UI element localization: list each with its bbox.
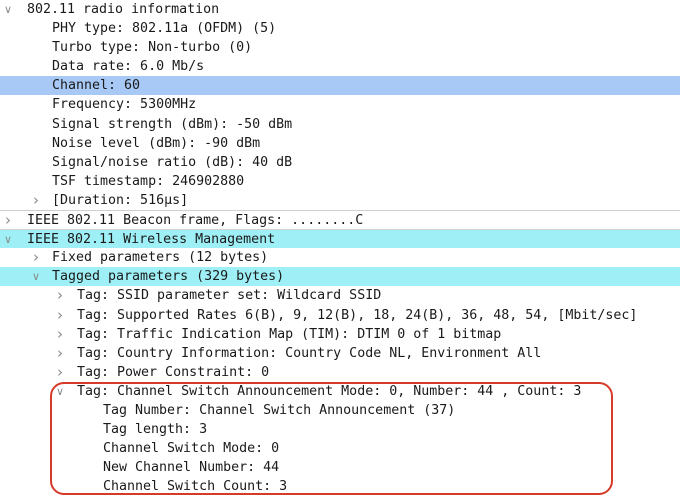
tree-row-label: Tag Number: Channel Switch Announcement … (103, 402, 456, 418)
chevron-right-icon[interactable]: › (54, 344, 66, 363)
tree-row-label: Signal strength (dBm): -50 dBm (52, 116, 293, 132)
tree-row-label: Tag: Power Constraint: 0 (77, 364, 270, 380)
tree-row-channel[interactable]: Channel: 60 (0, 76, 680, 96)
chevron-right-icon[interactable]: › (30, 191, 42, 210)
chevron-down-icon[interactable]: ∨ (2, 0, 14, 19)
tree-row-label: Data rate: 6.0 Mb/s (52, 59, 205, 75)
tree-row-label: Tag: Traffic Indication Map (TIM): DTIM … (77, 326, 502, 342)
tree-row-label: Channel Switch Mode: 0 (103, 441, 280, 457)
tree-row-tag-ssid[interactable]: › Tag: SSID parameter set: Wildcard SSID (0, 286, 680, 305)
tree-row-radio-info[interactable]: ∨ 802.11 radio information (0, 0, 680, 19)
tree-row-label: Fixed parameters (12 bytes) (52, 250, 269, 266)
tree-row-tag-country[interactable]: › Tag: Country Information: Country Code … (0, 344, 680, 363)
chevron-down-icon[interactable]: ∨ (30, 267, 42, 286)
tree-row-csa-new-channel[interactable]: New Channel Number: 44 (0, 458, 680, 477)
tree-row-csa-tag-number[interactable]: Tag Number: Channel Switch Announcement … (0, 401, 680, 420)
tree-row-label: Signal/noise ratio (dB): 40 dB (52, 154, 293, 170)
tree-row-data-rate[interactable]: Data rate: 6.0 Mb/s (0, 57, 680, 76)
tree-row-label: Noise level (dBm): -90 dBm (52, 135, 261, 151)
tree-row-label: Tag: Channel Switch Announcement Mode: 0… (77, 383, 582, 399)
chevron-down-icon[interactable]: ∨ (54, 382, 66, 401)
tree-row-tagged-params[interactable]: ∨ Tagged parameters (329 bytes) (0, 267, 680, 287)
tree-row-label: Tag: SSID parameter set: Wildcard SSID (77, 288, 382, 304)
chevron-right-icon[interactable]: › (54, 286, 66, 305)
tree-row-label: Tagged parameters (329 bytes) (52, 269, 285, 285)
tree-row-tag-rates[interactable]: › Tag: Supported Rates 6(B), 9, 12(B), 18… (0, 306, 680, 325)
tree-row-wireless-mgmt[interactable]: ∨ IEEE 802.11 Wireless Management (0, 229, 680, 249)
tree-row-tsf-timestamp[interactable]: TSF timestamp: 246902880 (0, 172, 680, 191)
tree-row-csa-tag-length[interactable]: Tag length: 3 (0, 420, 680, 439)
tree-row-label: IEEE 802.11 Wireless Management (27, 232, 276, 248)
tree-row-label: Tag: Supported Rates 6(B), 9, 12(B), 18,… (77, 307, 638, 323)
tree-row-label: New Channel Number: 44 (103, 460, 280, 476)
tree-row-label: Tag: Country Information: Country Code N… (77, 345, 542, 361)
tree-row-tag-csa[interactable]: ∨ Tag: Channel Switch Announcement Mode: … (0, 382, 680, 401)
tree-row-beacon-frame[interactable]: › IEEE 802.11 Beacon frame, Flags: ......… (0, 210, 680, 229)
tree-row-label: 802.11 radio information (27, 2, 220, 17)
tree-row-snr[interactable]: Signal/noise ratio (dB): 40 dB (0, 153, 680, 172)
tree-row-csa-mode[interactable]: Channel Switch Mode: 0 (0, 439, 680, 458)
tree-row-csa-count[interactable]: Channel Switch Count: 3 (0, 477, 680, 496)
tree-row-label: Frequency: 5300MHz (52, 97, 197, 113)
tree-row-label: Turbo type: Non-turbo (0) (52, 40, 253, 56)
tree-row-label: [Duration: 516µs] (52, 192, 189, 208)
chevron-down-icon[interactable]: ∨ (2, 230, 14, 249)
tree-row-fixed-params[interactable]: › Fixed parameters (12 bytes) (0, 248, 680, 267)
chevron-right-icon[interactable]: › (30, 248, 42, 267)
tree-row-label: TSF timestamp: 246902880 (52, 173, 245, 189)
tree-row-noise-level[interactable]: Noise level (dBm): -90 dBm (0, 134, 680, 153)
tree-row-phy-type[interactable]: PHY type: 802.11a (OFDM) (5) (0, 19, 680, 38)
chevron-right-icon[interactable]: › (54, 363, 66, 382)
tree-row-frequency[interactable]: Frequency: 5300MHz (0, 95, 680, 114)
tree-row-label: Channel Switch Count: 3 (103, 479, 288, 495)
tree-row-label: Tag length: 3 (103, 422, 208, 438)
chevron-right-icon[interactable]: › (54, 325, 66, 344)
tree-row-turbo-type[interactable]: Turbo type: Non-turbo (0) (0, 38, 680, 57)
chevron-right-icon[interactable]: › (2, 211, 14, 230)
tree-row-label: IEEE 802.11 Beacon frame, Flags: .......… (27, 213, 364, 229)
tree-row-signal-strength[interactable]: Signal strength (dBm): -50 dBm (0, 115, 680, 134)
tree-row-duration[interactable]: › [Duration: 516µs] (0, 191, 680, 210)
tree-row-label: PHY type: 802.11a (OFDM) (5) (52, 21, 277, 37)
packet-details-tree: ∨ 802.11 radio information PHY type: 802.1… (0, 0, 680, 496)
chevron-right-icon[interactable]: › (54, 306, 66, 325)
tree-row-tag-power[interactable]: › Tag: Power Constraint: 0 (0, 363, 680, 382)
tree-row-label: Channel: 60 (52, 78, 141, 94)
tree-row-tag-tim[interactable]: › Tag: Traffic Indication Map (TIM): DTIM… (0, 325, 680, 344)
